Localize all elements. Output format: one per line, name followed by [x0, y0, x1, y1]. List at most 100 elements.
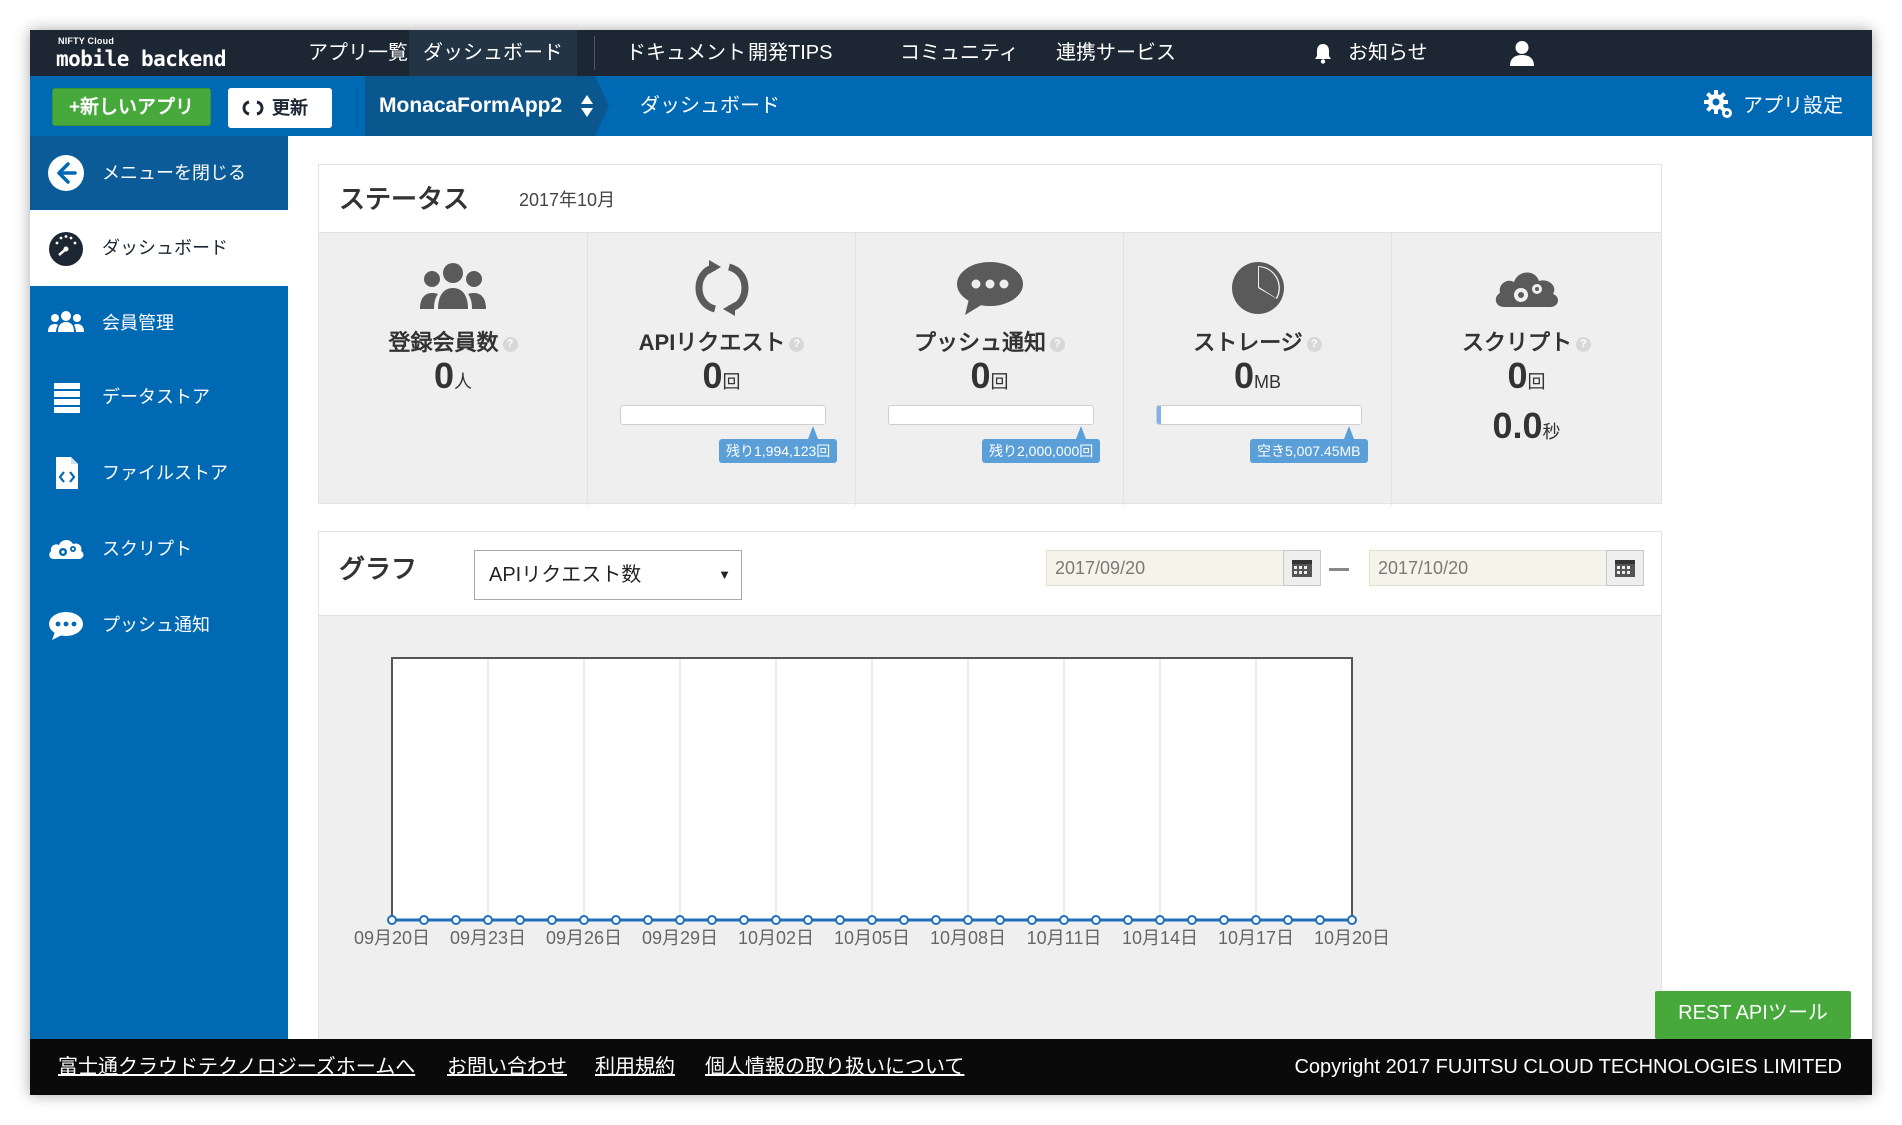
data-point — [899, 915, 909, 925]
sidebar-item-label: 会員管理 — [102, 313, 174, 333]
user-icon[interactable] — [1508, 39, 1536, 67]
sidebar-close-menu[interactable]: メニューを閉じる — [30, 136, 288, 210]
footer-link-terms[interactable]: 利用規約 — [595, 1039, 675, 1095]
data-point — [835, 915, 845, 925]
datastore-icon — [54, 383, 80, 413]
stat-storage-value: 0MB — [1233, 355, 1282, 396]
nav-dashboard[interactable]: ダッシュボード — [409, 30, 577, 76]
sidebar-item-filestore[interactable]: ファイルストア — [30, 436, 288, 510]
refresh-button[interactable]: 更新 — [228, 88, 332, 128]
sidebar-item-dashboard[interactable]: ダッシュボード — [30, 210, 288, 286]
sort-updown-icon — [581, 95, 593, 117]
storage-usage-bar — [1156, 405, 1362, 425]
nav-dev-tips[interactable]: 開発TIPS — [734, 30, 846, 76]
nav-community[interactable]: コミュニティ — [886, 30, 1033, 76]
data-point — [1315, 915, 1325, 925]
footer-link-contact[interactable]: お問い合わせ — [447, 1039, 567, 1095]
copyright-text: Copyright 2017 FUJITSU CLOUD TECHNOLOGIE… — [1294, 1056, 1842, 1078]
graph-title: グラフ — [339, 554, 418, 584]
sidebar-item-label: プッシュ通知 — [102, 615, 210, 635]
data-point — [1123, 915, 1133, 925]
data-point — [515, 915, 525, 925]
data-point — [867, 915, 877, 925]
nav-notice[interactable]: お知らせ — [1334, 30, 1442, 76]
logo[interactable]: NIFTY Cloud mobile backend — [56, 36, 236, 72]
status-period: 2017年10月 — [519, 190, 616, 210]
stat-script-label: スクリプト? — [1392, 325, 1661, 357]
help-icon[interactable]: ? — [1050, 337, 1065, 352]
data-point — [1155, 915, 1165, 925]
sidebar-item-label: データストア — [102, 387, 210, 407]
help-icon[interactable]: ? — [1576, 337, 1591, 352]
new-app-button[interactable]: +新しいアプリ — [52, 88, 211, 126]
x-tick-label: 10月11日 — [1027, 928, 1102, 948]
push-remaining-badge: 残り2,000,000回 — [982, 439, 1101, 463]
data-point — [771, 915, 781, 925]
sidebar-item-members[interactable]: 会員管理 — [30, 286, 288, 360]
sidebar-item-push[interactable]: プッシュ通知 — [30, 588, 288, 662]
refresh-icon — [694, 260, 749, 316]
stat-script: スクリプト? 0回 0.0秒 — [1391, 233, 1661, 505]
stat-script-time: 0.0秒 — [1492, 405, 1561, 446]
help-icon[interactable]: ? — [1306, 337, 1322, 352]
users-icon — [48, 311, 84, 332]
nav-app-list[interactable]: アプリ一覧 — [294, 30, 422, 76]
data-point — [483, 915, 493, 925]
top-nav: NIFTY Cloud mobile backend アプリ一覧 ダッシュボード… — [30, 30, 1872, 76]
data-point — [1091, 915, 1101, 925]
logo-small-text: NIFTY Cloud — [58, 36, 115, 46]
nav-integrations[interactable]: 連携サービス — [1042, 30, 1190, 76]
subnav-divider — [357, 86, 358, 128]
speedometer-icon — [49, 232, 83, 266]
stat-members: 登録会員数? 0人 — [319, 233, 587, 505]
x-tick-label: 10月20日 — [1314, 928, 1390, 948]
sub-nav: +新しいアプリ 更新 MonacaFormApp2 ダッシュボード アプリ設定 — [30, 76, 1872, 136]
chart-area: 09月20日 09月23日 09月26日 09月29日 10月02日 10月05日 10月0… — [319, 617, 1661, 1040]
api-remaining-badge: 残り1,994,123回 — [719, 439, 838, 463]
badge-pointer — [1076, 426, 1086, 439]
data-point — [579, 915, 589, 925]
footer-link-home[interactable]: 富士通クラウドテクノロジーズホームへ — [58, 1039, 415, 1095]
refresh-label: 更新 — [272, 98, 308, 118]
storage-remaining-badge: 空き5,007.45MB — [1250, 439, 1368, 463]
breadcrumb-arrow — [595, 76, 609, 136]
date-from-calendar-button[interactable] — [1283, 550, 1321, 586]
x-tick-label: 10月17日 — [1218, 928, 1294, 948]
status-title: ステータス — [339, 184, 470, 214]
date-range-separator — [1329, 568, 1349, 571]
refresh-icon — [242, 100, 264, 116]
x-tick-label: 10月14日 — [1122, 928, 1198, 948]
sidebar-item-script[interactable]: スクリプト — [30, 512, 288, 586]
chat-bubble-icon — [49, 612, 83, 640]
footer: 富士通クラウドテクノロジーズホームへ お問い合わせ 利用規約 個人情報の取り扱い… — [30, 1039, 1872, 1095]
calendar-icon — [1292, 560, 1312, 577]
app-settings-link[interactable]: アプリ設定 — [1743, 76, 1843, 136]
help-icon[interactable]: ? — [502, 337, 518, 352]
bell-icon[interactable] — [1313, 42, 1333, 64]
date-to-calendar-button[interactable] — [1606, 550, 1644, 586]
chat-bubble-icon — [956, 262, 1023, 315]
push-usage-bar — [888, 405, 1094, 425]
gear-icon[interactable] — [1704, 90, 1734, 120]
users-icon — [420, 263, 486, 309]
stat-members-value: 0人 — [433, 355, 473, 396]
data-point — [739, 915, 749, 925]
data-point — [675, 915, 685, 925]
sidebar-item-datastore[interactable]: データストア — [30, 360, 288, 434]
help-icon[interactable]: ? — [789, 337, 805, 352]
data-point — [1187, 915, 1197, 925]
date-to-input[interactable]: 2017/10/20 — [1369, 550, 1607, 586]
data-point — [931, 915, 941, 925]
footer-link-privacy[interactable]: 個人情報の取り扱いについて — [705, 1039, 964, 1095]
main-content: ステータス 2017年10月 登録会員数? 0人 APIリクエスト ? 0回 残… — [288, 136, 1872, 1040]
date-from-input[interactable]: 2017/09/20 — [1046, 550, 1284, 586]
data-point — [995, 915, 1005, 925]
app-selector[interactable]: MonacaFormApp2 — [365, 76, 595, 136]
api-request-line-chart: 09月20日 09月23日 09月26日 09月29日 10月02日 10月05日 10月0… — [354, 657, 1390, 948]
graph-header: グラフ APIリクエスト数 ▼ 2017/09/20 2017/10/20 — [319, 532, 1661, 616]
metric-select[interactable]: APIリクエスト数 ▼ — [474, 550, 742, 600]
graph-panel: グラフ APIリクエスト数 ▼ 2017/09/20 2017/10/20 09… — [318, 531, 1662, 1040]
rest-api-tool-button[interactable]: REST APIツール — [1655, 991, 1851, 1039]
x-tick-label: 10月08日 — [930, 928, 1006, 948]
cloud-gear-icon — [1495, 272, 1558, 307]
